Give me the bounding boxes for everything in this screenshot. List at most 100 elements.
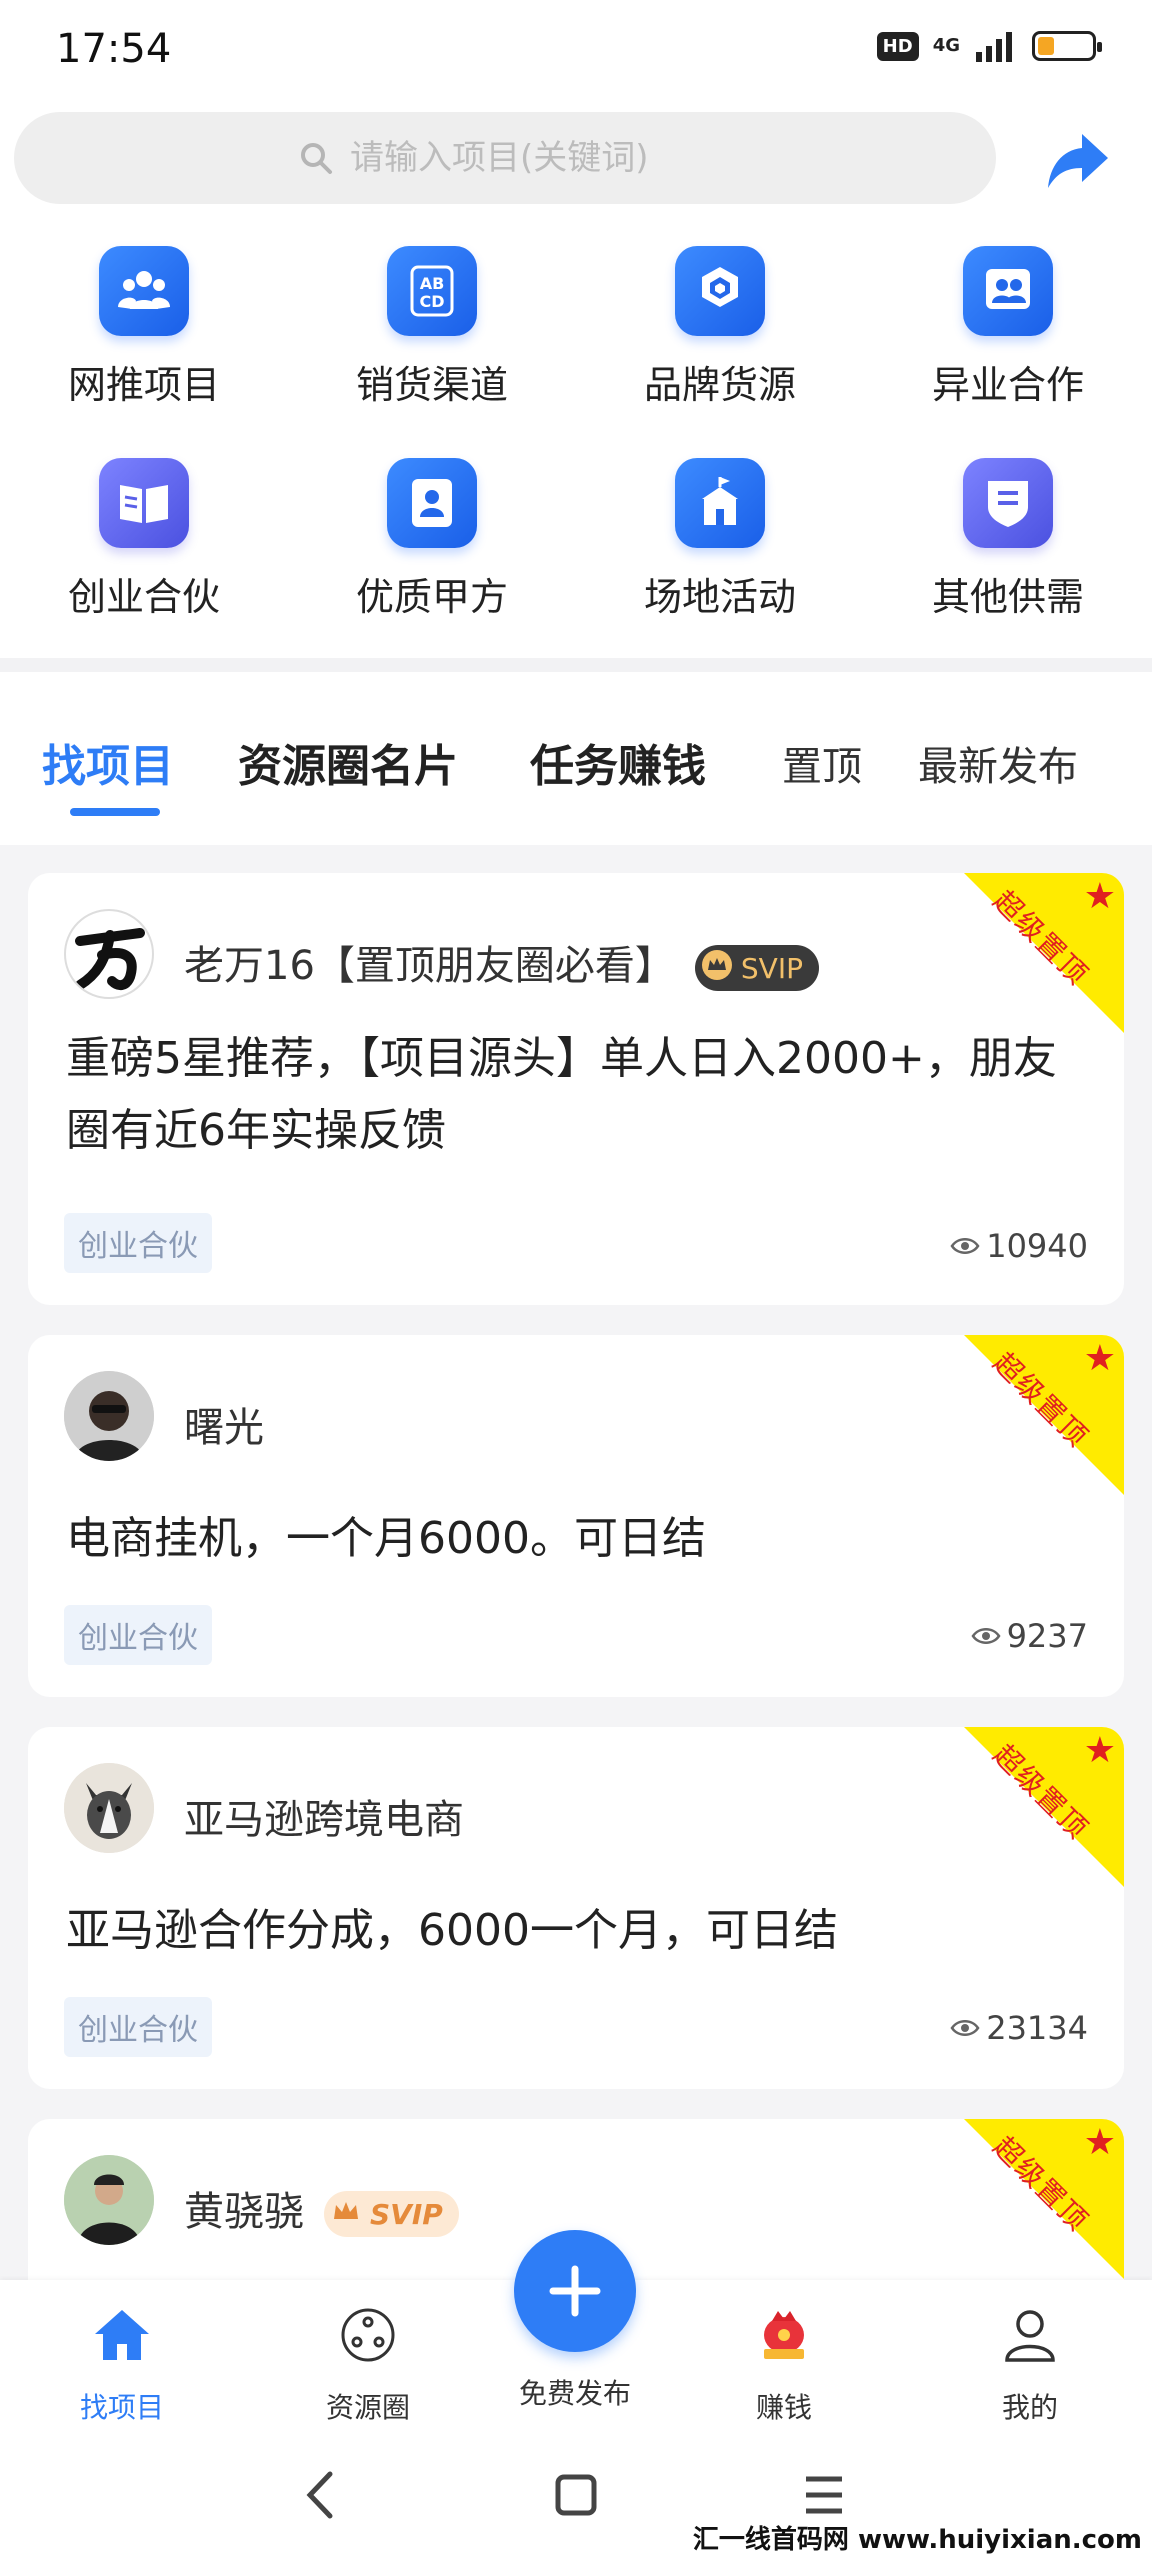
shield-list-icon (963, 458, 1053, 548)
search-bar[interactable] (14, 112, 996, 204)
category-label: 销货渠道 (355, 363, 508, 407)
view-count: 10940 (950, 1227, 1088, 1265)
category-label: 网推项目 (67, 363, 220, 407)
eye-icon (950, 1238, 980, 1254)
signal-icon (976, 32, 1012, 62)
view-count-value: 10940 (986, 1227, 1088, 1265)
category-item-sales[interactable]: AB CD 销货渠道 (288, 246, 576, 409)
search-icon (301, 143, 332, 174)
pinned-ribbon: 超级置顶 ★ (964, 1335, 1124, 1495)
section-divider (0, 658, 1152, 672)
cubes-icon (675, 246, 765, 336)
plus-icon (549, 2265, 601, 2317)
home-icon (42, 2302, 202, 2368)
red-packet-icon (704, 2302, 864, 2368)
nav-find-project[interactable]: 找项目 (42, 2302, 202, 2426)
battery-level (1038, 37, 1054, 55)
star-icon: ★ (1083, 2122, 1116, 2163)
author-name[interactable]: 老万16【置顶朋友圈必看】 SVIP (184, 933, 819, 991)
pinned-ribbon: 超级置顶 ★ (964, 873, 1124, 1033)
author-name[interactable]: 曙光 (184, 1395, 264, 1453)
back-icon[interactable] (300, 2470, 340, 2520)
nav-mine[interactable]: 我的 (950, 2302, 1110, 2426)
category-item-other[interactable]: 其他供需 (864, 458, 1152, 621)
post-tag[interactable]: 创业合伙 (64, 1997, 212, 2057)
home-square-icon[interactable] (555, 2474, 597, 2516)
crown-icon (330, 2195, 362, 2234)
nav-label: 找项目 (79, 2391, 164, 2424)
pinned-ribbon: 超级置顶 ★ (964, 2119, 1124, 2279)
tab-pinned[interactable]: 置顶 (782, 734, 862, 792)
author-name[interactable]: 黄骁骁 SVIP (184, 2179, 459, 2237)
post-card[interactable]: 超级置顶 ★ 曙光 电商挂机，一个月6000。可日结 创业合伙 9237 (28, 1335, 1124, 1697)
publish-label[interactable]: 免费发布 (495, 2372, 655, 2412)
category-item-net-promo[interactable]: 网推项目 (0, 246, 288, 409)
partners-icon (963, 246, 1053, 336)
abcd-icon: AB CD (387, 246, 477, 336)
svg-text:CD: CD (419, 292, 444, 311)
id-card-icon (387, 458, 477, 548)
view-count: 9237 (971, 1617, 1088, 1655)
avatar[interactable] (64, 1763, 154, 1853)
category-label: 异业合作 (931, 363, 1084, 407)
watermark: 汇一线首码网 www.huiyixian.com (692, 2525, 1142, 2555)
author-name[interactable]: 亚马逊跨境电商 (184, 1787, 464, 1845)
avatar[interactable] (64, 1371, 154, 1461)
tab-latest[interactable]: 最新发布 (918, 734, 1078, 792)
share-icon[interactable] (1042, 126, 1112, 196)
nav-resource-circle[interactable]: 资源圈 (288, 2302, 448, 2426)
people-group-icon (99, 246, 189, 336)
nav-earn-money[interactable]: 赚钱 (704, 2302, 864, 2426)
star-icon: ★ (1083, 1730, 1116, 1771)
tab-find-project[interactable]: 找项目 (42, 730, 174, 794)
post-card[interactable]: 超级置顶 ★ 老万16【置顶朋友圈必看】 SVIP 重磅5星推荐，【项目源头】单… (28, 873, 1124, 1305)
star-icon: ★ (1083, 1338, 1116, 1379)
author-name-text: 老万16【置顶朋友圈必看】 (184, 943, 675, 989)
category-item-crossover[interactable]: 异业合作 (864, 246, 1152, 409)
tab-active-indicator (70, 808, 160, 816)
open-book-icon (99, 458, 189, 548)
tab-resource-card[interactable]: 资源圈名片 (238, 730, 458, 794)
post-feed[interactable]: 超级置顶 ★ 老万16【置顶朋友圈必看】 SVIP 重磅5星推荐，【项目源头】单… (0, 845, 1152, 2280)
svg-text:AB: AB (420, 274, 445, 293)
category-label: 品牌货源 (643, 363, 796, 407)
category-item-brand[interactable]: 品牌货源 (576, 246, 864, 409)
post-card[interactable]: 超级置顶 ★ 亚马逊跨境电商 亚马逊合作分成，6000一个月，可日结 创业合伙 … (28, 1727, 1124, 2089)
system-nav-bar: 汇一线首码网 www.huiyixian.com (0, 2430, 1152, 2560)
battery-icon (1032, 31, 1102, 61)
category-label: 其他供需 (931, 575, 1084, 619)
post-title[interactable]: 重磅5星推荐，【项目源头】单人日入2000+，朋友圈有近6年实操反馈 (66, 1023, 1086, 1167)
pinned-ribbon: 超级置顶 ★ (964, 1727, 1124, 1887)
hd-icon: HD (876, 31, 919, 61)
category-label: 优质甲方 (355, 575, 508, 619)
category-label: 场地活动 (643, 575, 796, 619)
avatar[interactable] (64, 909, 154, 999)
svip-label: SVIP (370, 2197, 443, 2231)
tab-task-earn[interactable]: 任务赚钱 (530, 730, 706, 794)
tab-bar: 找项目 资源圈名片 任务赚钱 置顶 最新发布 (0, 680, 1152, 845)
view-count-value: 23134 (986, 2009, 1088, 2047)
post-tag[interactable]: 创业合伙 (64, 1605, 212, 1665)
category-item-startup[interactable]: 创业合伙 (0, 458, 288, 621)
crown-icon (701, 949, 733, 988)
eye-icon (950, 2020, 980, 2036)
status-bar: 17:54 HD 4G (0, 0, 1152, 100)
publish-button[interactable] (514, 2230, 636, 2352)
star-icon: ★ (1083, 876, 1116, 917)
post-tag[interactable]: 创业合伙 (64, 1213, 212, 1273)
post-title[interactable]: 电商挂机，一个月6000。可日结 (66, 1503, 1086, 1575)
status-icons: HD 4G (876, 30, 1102, 62)
post-title[interactable]: 亚马逊合作分成，6000一个月，可日结 (66, 1895, 1086, 1967)
svip-badge: SVIP (324, 2191, 459, 2237)
view-count: 23134 (950, 2009, 1088, 2047)
search-input[interactable] (348, 137, 712, 179)
avatar[interactable] (64, 2155, 154, 2245)
category-item-venue[interactable]: 场地活动 (576, 458, 864, 621)
category-item-quality-party[interactable]: 优质甲方 (288, 458, 576, 621)
nav-label: 赚钱 (755, 2391, 812, 2424)
svip-label: SVIP (740, 951, 803, 985)
view-count-value: 9237 (1006, 1617, 1088, 1655)
author-name-text: 黄骁骁 (184, 2189, 304, 2235)
category-label: 创业合伙 (67, 575, 220, 619)
menu-icon[interactable] (802, 2474, 846, 2516)
